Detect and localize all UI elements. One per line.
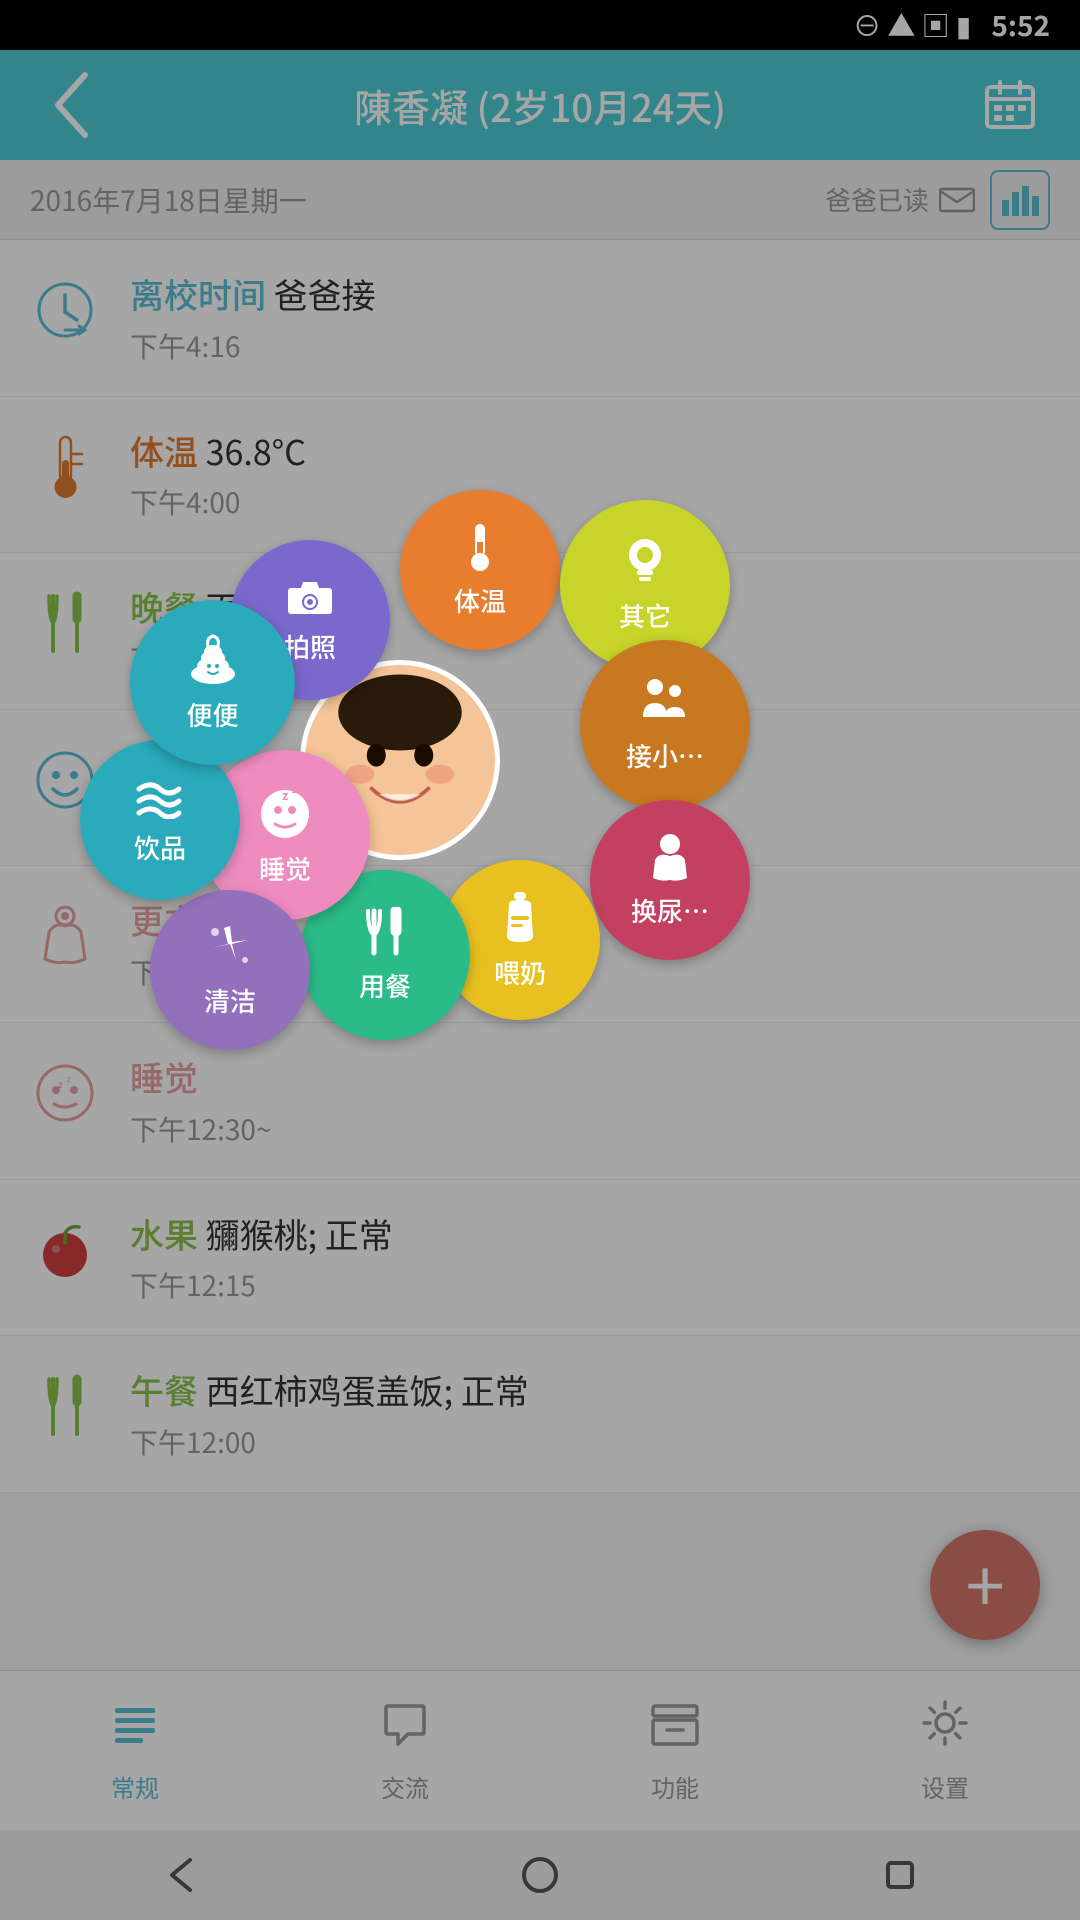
- menu-label-yongcan: 用餐: [359, 967, 411, 1004]
- sleep-icon: z z: [256, 784, 314, 844]
- menu-label-shuijue: 睡觉: [259, 850, 311, 887]
- svg-text:z: z: [292, 784, 297, 796]
- bottle-icon: [501, 890, 539, 948]
- menu-label-qita: 其它: [619, 597, 671, 634]
- menu-label-bianbien: 便便: [186, 696, 238, 733]
- menu-btn-bianbien[interactable]: 便便: [130, 600, 295, 765]
- menu-btn-qingji[interactable]: 清洁: [150, 890, 310, 1050]
- menu-label-huanniu: 换尿…: [631, 892, 709, 929]
- thermometer-icon: [465, 522, 495, 576]
- diaper-icon: [647, 832, 693, 886]
- menu-btn-huanniu[interactable]: 换尿…: [590, 800, 750, 960]
- menu-label-yinpin: 饮品: [134, 829, 186, 866]
- sparkle-icon: [205, 922, 255, 976]
- svg-text:z: z: [282, 787, 288, 804]
- camera-icon: [287, 576, 333, 622]
- radial-menu-overlay[interactable]: 拍照 体温 其它: [0, 0, 1080, 1920]
- radial-menu: 拍照 体温 其它: [100, 470, 700, 1090]
- poop-icon: [186, 632, 240, 690]
- family-icon: [639, 677, 691, 731]
- menu-btn-jiexiao[interactable]: 接小…: [580, 640, 750, 810]
- menu-label-tiwen: 体温: [454, 582, 506, 619]
- fork-spoon-icon: [358, 907, 412, 961]
- drink-icon: [133, 775, 187, 823]
- menu-label-jiexiao: 接小…: [626, 737, 704, 774]
- menu-label-weinai: 喂奶: [494, 954, 546, 991]
- menu-btn-tiwen[interactable]: 体温: [400, 490, 560, 650]
- menu-label-qingji: 清洁: [204, 982, 256, 1019]
- bulb-icon: [622, 537, 668, 591]
